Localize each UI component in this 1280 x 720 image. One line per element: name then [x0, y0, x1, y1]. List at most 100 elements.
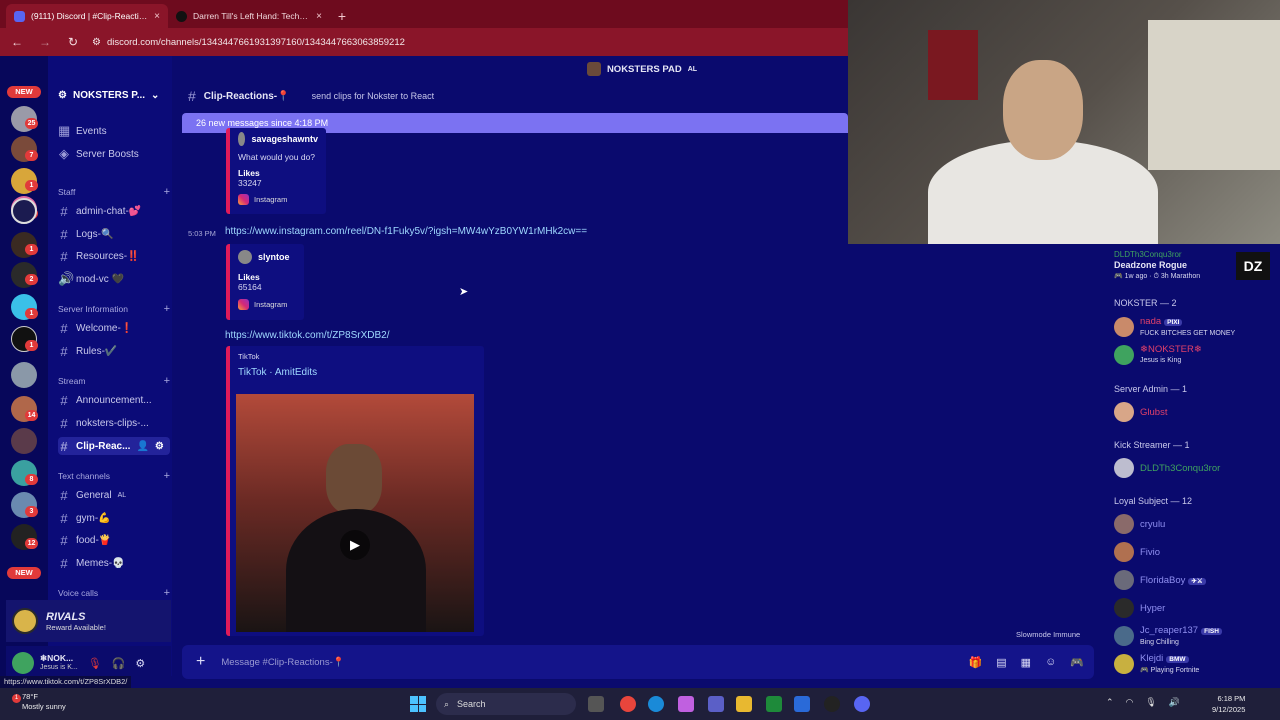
member-item[interactable]: Jc_reaper137 FISH Bing Chilling	[1114, 625, 1280, 647]
category-voice[interactable]: Voice calls +	[58, 586, 170, 600]
channel-mod-vc[interactable]: 🔊 mod-vc 🖤	[58, 270, 170, 288]
channel-noksters-clips[interactable]: # noksters-clips-...	[58, 414, 170, 432]
store-icon[interactable]	[794, 696, 810, 712]
attach-icon[interactable]: +	[196, 653, 205, 671]
server-header[interactable]: ⚙ NOKSTERS P... ⌄	[48, 82, 172, 108]
category-stream[interactable]: Stream +	[58, 374, 170, 388]
url-field[interactable]: ⚙ discord.com/channels/13434476619313971…	[92, 37, 405, 48]
category-staff[interactable]: Staff +	[58, 185, 170, 199]
site-info-icon[interactable]: ⚙	[92, 37, 101, 48]
add-channel-icon[interactable]: +	[164, 470, 170, 482]
member-item[interactable]: Hyper	[1114, 597, 1280, 619]
message-link[interactable]: https://www.tiktok.com/t/ZP8SrXDB2/	[225, 330, 390, 341]
new-tab-button[interactable]: +	[330, 4, 354, 28]
weather-widget[interactable]: 1 78°F Mostly sunny	[12, 692, 66, 712]
play-icon[interactable]: ▶	[340, 530, 370, 560]
member-item[interactable]: ❄NOKSTER❄ Jesus is King	[1114, 344, 1280, 366]
server-icon[interactable]	[11, 362, 37, 388]
teams-icon[interactable]	[708, 696, 724, 712]
server-icon[interactable]	[11, 198, 37, 224]
member-item[interactable]: Glubst	[1114, 401, 1280, 423]
category-text[interactable]: Text channels +	[58, 469, 170, 483]
xbox-icon[interactable]	[766, 696, 782, 712]
channel-topic[interactable]: send clips for Nokster to React	[312, 91, 435, 101]
forward-icon[interactable]: →	[36, 35, 54, 49]
add-channel-icon[interactable]: +	[164, 587, 170, 599]
video-thumbnail[interactable]: ▶	[236, 394, 474, 632]
back-icon[interactable]: ←	[8, 35, 26, 49]
calendar-icon: ▦	[58, 123, 71, 138]
tab-discord[interactable]: (9111) Discord | #Clip-Reactions ×	[6, 4, 168, 28]
embed-title[interactable]: TikTok · AmitEdits	[238, 367, 476, 378]
channel-label: Clip-Reac...	[76, 440, 131, 452]
gear-icon[interactable]: ⚙	[135, 657, 145, 670]
events-item[interactable]: ▦ Events	[58, 122, 170, 140]
server-icon-active[interactable]	[11, 428, 37, 454]
obs-icon[interactable]	[824, 696, 840, 712]
tab-youtube[interactable]: Darren Till's Left Hand: Technique ×	[168, 4, 330, 28]
rivals-promo[interactable]: RIVALS Reward Available!	[6, 600, 171, 642]
category-label: Voice calls	[58, 588, 99, 598]
add-member-icon[interactable]: 👤	[136, 441, 148, 452]
embed-author[interactable]: savageshawntv	[238, 132, 318, 146]
gif-icon[interactable]: ▤	[996, 656, 1006, 669]
member-status: FUCK BITCHES GET MONEY	[1140, 329, 1236, 337]
embed-author[interactable]: slyntoe	[238, 250, 296, 264]
add-channel-icon[interactable]: +	[164, 375, 170, 387]
channel-clip-reactions[interactable]: # Clip-Reac... 👤 ⚙	[58, 437, 170, 455]
volume-icon[interactable]: 🔊	[1169, 697, 1180, 708]
channel-welcome[interactable]: # Welcome-❗	[58, 319, 170, 337]
member-item[interactable]: Klejdi BMW 🎮 Playing Fortnite	[1114, 653, 1280, 675]
copilot-icon[interactable]	[678, 696, 694, 712]
member-item[interactable]: cryulu	[1114, 513, 1280, 535]
channel-resources[interactable]: # Resources-‼️	[58, 247, 170, 265]
category-info[interactable]: Server Information +	[58, 302, 170, 316]
headset-icon[interactable]: 🎧	[112, 657, 126, 670]
member-item[interactable]: FloridaBoy ✈⚔	[1114, 569, 1280, 591]
folder-icon[interactable]	[736, 696, 752, 712]
channel-label: mod-vc 🖤	[76, 273, 125, 285]
add-channel-icon[interactable]: +	[164, 186, 170, 198]
message-composer[interactable]: + Message #Clip-Reactions-📍 🎁 ▤ ▦ ☺ 🎮	[182, 645, 1094, 679]
chrome-icon[interactable]	[620, 696, 636, 712]
message-input[interactable]: Message #Clip-Reactions-📍	[221, 657, 344, 668]
close-icon[interactable]: ×	[154, 11, 160, 22]
member-item[interactable]: DLDTh3Conqu3ror	[1114, 457, 1280, 479]
edge-icon[interactable]	[648, 696, 664, 712]
chevron-up-icon[interactable]: ⌃	[1106, 697, 1114, 708]
channel-announcements[interactable]: # Announcement...	[58, 391, 170, 409]
channel-food[interactable]: # food-🍟	[58, 531, 170, 549]
message-link[interactable]: https://www.instagram.com/reel/DN-f1Fuky…	[225, 226, 587, 237]
reload-icon[interactable]: ↻	[64, 35, 82, 49]
channel-admin-chat[interactable]: # admin-chat-💕	[58, 202, 170, 220]
task-view-icon[interactable]	[588, 696, 604, 712]
new-badge: NEW	[7, 567, 41, 579]
member-item[interactable]: Fivio	[1114, 541, 1280, 563]
channel-gym[interactable]: # gym-💪	[58, 509, 170, 527]
gear-icon[interactable]: ⚙	[155, 441, 164, 452]
avatar[interactable]	[12, 652, 34, 674]
channel-memes[interactable]: # Memes-💀	[58, 554, 170, 572]
sticker-icon[interactable]: ▦	[1021, 656, 1031, 669]
clock[interactable]: 6:18 PM 9/12/2025	[1212, 693, 1245, 715]
add-channel-icon[interactable]: +	[164, 303, 170, 315]
discord-taskbar-icon[interactable]	[854, 696, 870, 712]
emoji-icon[interactable]: ☺	[1045, 656, 1056, 669]
taskbar-search[interactable]: ⌕ Search	[436, 693, 576, 715]
gift-icon[interactable]: 🎁	[969, 656, 983, 669]
close-icon[interactable]: ×	[316, 11, 322, 22]
mic-icon[interactable]: 🎙	[1145, 697, 1156, 708]
boosts-item[interactable]: ◈ Server Boosts	[58, 145, 170, 163]
category-label: Server Information	[58, 304, 128, 314]
channel-rules[interactable]: # Rules-✔️	[58, 342, 170, 360]
windows-start-icon[interactable]	[410, 696, 426, 712]
network-icon[interactable]: ◠	[1126, 697, 1134, 708]
channel-logs[interactable]: # Logs-🔍	[58, 225, 170, 243]
hash-icon: #	[60, 415, 68, 431]
member-item[interactable]: nada PIXI FUCK BITCHES GET MONEY	[1114, 316, 1280, 338]
apps-icon[interactable]: 🎮	[1070, 656, 1084, 669]
message-timestamp: 5:03 PM	[188, 229, 216, 238]
hash-icon: #	[60, 226, 68, 242]
channel-general[interactable]: # General AL	[58, 486, 170, 504]
mic-muted-icon[interactable]: 🎙	[88, 657, 102, 670]
